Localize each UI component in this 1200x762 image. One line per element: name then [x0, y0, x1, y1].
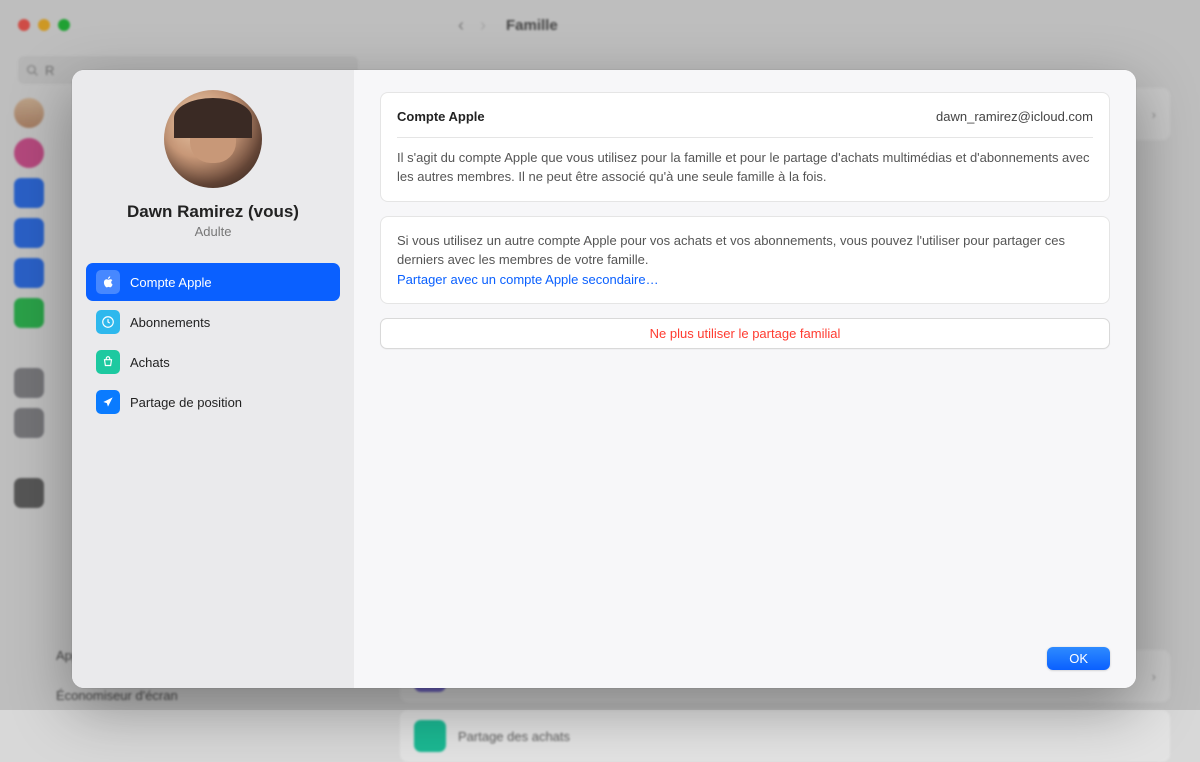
nav-location-sharing[interactable]: Partage de position — [86, 383, 340, 421]
card-header: Compte Apple dawn_ramirez@icloud.com — [397, 107, 1093, 138]
nav-purchases[interactable]: Achats — [86, 343, 340, 381]
account-email: dawn_ramirez@icloud.com — [936, 107, 1093, 127]
card-description: Il s'agit du compte Apple que vous utili… — [397, 148, 1093, 187]
family-member-modal: Dawn Ramirez (vous) Adulte Compte Apple … — [72, 70, 1136, 688]
card-title: Compte Apple — [397, 107, 485, 127]
stop-family-sharing-button[interactable]: Ne plus utiliser le partage familial — [380, 318, 1110, 349]
apple-icon — [96, 270, 120, 294]
location-icon — [96, 390, 120, 414]
modal-main: Compte Apple dawn_ramirez@icloud.com Il … — [354, 70, 1136, 688]
nav-list: Compte Apple Abonnements Achats Partage … — [86, 263, 340, 421]
modal-sidebar: Dawn Ramirez (vous) Adulte Compte Apple … — [72, 70, 354, 688]
share-secondary-link[interactable]: Partager avec un compte Apple secondaire… — [397, 270, 1093, 290]
purchases-icon — [96, 350, 120, 374]
nav-label: Partage de position — [130, 395, 242, 410]
ok-button[interactable]: OK — [1047, 647, 1110, 670]
nav-label: Abonnements — [130, 315, 210, 330]
apple-account-card: Compte Apple dawn_ramirez@icloud.com Il … — [380, 92, 1110, 202]
bg-row-purch: Partage des achats — [400, 710, 1170, 762]
nav-label: Compte Apple — [130, 275, 212, 290]
nav-label: Achats — [130, 355, 170, 370]
modal-footer: OK — [380, 647, 1110, 670]
bg-row-purch-text: Partage des achats — [458, 729, 570, 744]
purch-row-icon — [414, 720, 446, 752]
secondary-account-card: Si vous utilisez un autre compte Apple p… — [380, 216, 1110, 305]
nav-subscriptions[interactable]: Abonnements — [86, 303, 340, 341]
secondary-text: Si vous utilisez un autre compte Apple p… — [397, 231, 1093, 270]
user-avatar — [164, 90, 262, 188]
subscriptions-icon — [96, 310, 120, 334]
nav-apple-account[interactable]: Compte Apple — [86, 263, 340, 301]
user-name: Dawn Ramirez (vous) — [127, 202, 299, 222]
user-role: Adulte — [195, 224, 232, 239]
